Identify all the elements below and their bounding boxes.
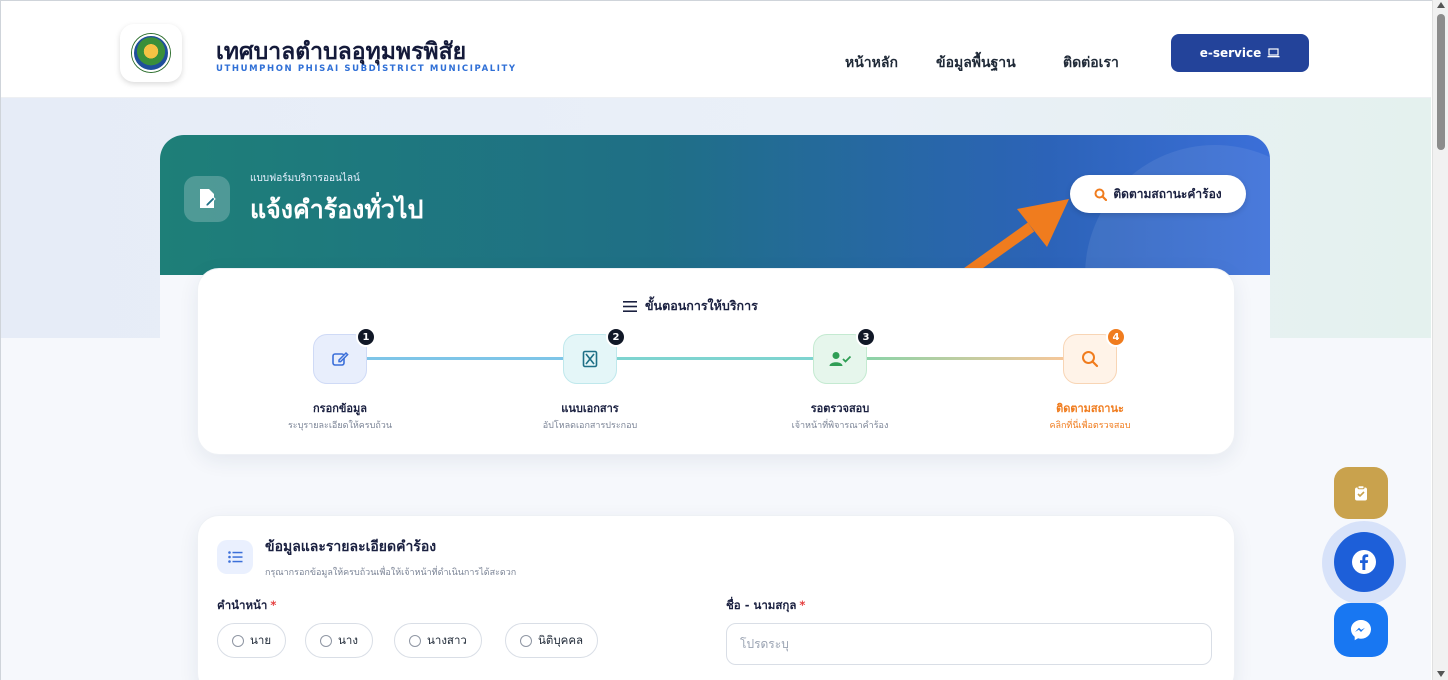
list-icon [217, 540, 253, 574]
site-subtitle: UTHUMPHON PHISAI SUBDISTRICT MUNICIPALIT… [216, 64, 517, 74]
form-section-title: ข้อมูลและรายละเอียดคำร้อง [265, 539, 437, 555]
steps-title-text: ขั้นตอนการให้บริการ [645, 298, 758, 313]
name-label-text: ชื่อ - นามสกุล [726, 598, 797, 612]
required-mark: * [270, 598, 277, 612]
step-connector [617, 357, 813, 360]
clipboard-check-icon [1355, 485, 1367, 501]
edit-icon [332, 351, 349, 366]
track-status-label: ติดตามสถานะคำร้อง [1113, 186, 1222, 201]
scroll-down-icon[interactable] [1437, 671, 1445, 677]
prefix-option-label: นาย [250, 632, 272, 647]
step-1-label: กรอกข้อมูล [313, 402, 367, 415]
step-connector [867, 357, 1063, 360]
prefix-label-text: คำนำหน้า [217, 598, 268, 612]
required-mark: * [799, 598, 806, 612]
messenger-icon [1351, 620, 1371, 641]
step-3-number: 3 [856, 327, 876, 347]
scroll-up-icon[interactable] [1437, 2, 1445, 8]
steps-title: ขั้นตอนการให้บริการ [623, 296, 758, 316]
laptop-icon [1267, 48, 1280, 58]
step-2-number: 2 [606, 327, 626, 347]
prefix-option-label: นิติบุคคล [538, 632, 584, 647]
step-3-desc: เจ้าหน้าที่พิจารณาคำร้อง [791, 421, 889, 431]
municipality-logo[interactable] [120, 24, 182, 82]
step-4-label[interactable]: ติดตามสถานะ [990, 399, 1190, 417]
step-2-label: แนบเอกสาร [561, 402, 619, 415]
facebook-icon [1352, 550, 1376, 574]
step-1-number: 1 [356, 327, 376, 347]
hourglass-icon [582, 350, 598, 368]
page-scrollbar[interactable] [1432, 0, 1448, 680]
radio-button[interactable] [320, 634, 332, 647]
full-name-input[interactable] [726, 623, 1212, 665]
track-status-button[interactable]: ติดตามสถานะคำร้อง [1070, 175, 1246, 213]
prefix-option-miss[interactable]: นางสาว [394, 623, 482, 658]
radio-button[interactable] [520, 634, 532, 647]
step-4-desc[interactable]: คลิกที่นี่เพื่อตรวจสอบ [990, 418, 1190, 432]
search-icon [1094, 188, 1108, 201]
step-3-label: รอตรวจสอบ [810, 402, 870, 415]
radio-button[interactable] [409, 634, 421, 647]
document-edit-icon [184, 176, 230, 222]
facebook-button[interactable] [1334, 532, 1394, 592]
prefix-option-label: นางสาว [427, 632, 467, 647]
prefix-option-mrs[interactable]: นาง [305, 623, 373, 658]
page-title: แจ้งคำร้องทั่วไป [250, 195, 424, 224]
step-connector [367, 357, 563, 360]
prefix-option-label: นาง [338, 632, 358, 647]
prefix-label: คำนำหน้า * [217, 597, 276, 615]
nav-contact[interactable]: ติดต่อเรา [1063, 52, 1119, 74]
messenger-button[interactable] [1334, 603, 1388, 657]
step-4-number: 4 [1106, 327, 1126, 347]
prefix-option-juristic[interactable]: นิติบุคคล [505, 623, 599, 658]
name-label: ชื่อ - นามสกุล * [726, 597, 805, 615]
user-check-icon [829, 352, 851, 366]
search-icon [1082, 351, 1099, 368]
eservice-label: e-service [1199, 46, 1262, 60]
document-check-button[interactable] [1334, 467, 1388, 519]
step-2-desc: อัปโหลดเอกสารประกอบ [542, 421, 638, 431]
prefix-option-mr[interactable]: นาย [217, 623, 287, 658]
hero-kicker: แบบฟอร์มบริการออนไลน์ [250, 173, 360, 184]
seal-icon [132, 34, 170, 72]
radio-button[interactable] [232, 634, 244, 647]
eservice-button[interactable]: e-service [1171, 34, 1309, 72]
nav-basic-info[interactable]: ข้อมูลพื้นฐาน [936, 52, 1016, 74]
menu-icon [623, 300, 637, 312]
step-1-desc: ระบุรายละเอียดให้ครบถ้วน [287, 421, 393, 431]
nav-home[interactable]: หน้าหลัก [845, 52, 898, 74]
form-section-subtitle: กรุณากรอกข้อมูลให้ครบถ้วนเพื่อให้เจ้าหน้… [265, 568, 517, 578]
scroll-thumb[interactable] [1437, 14, 1445, 150]
